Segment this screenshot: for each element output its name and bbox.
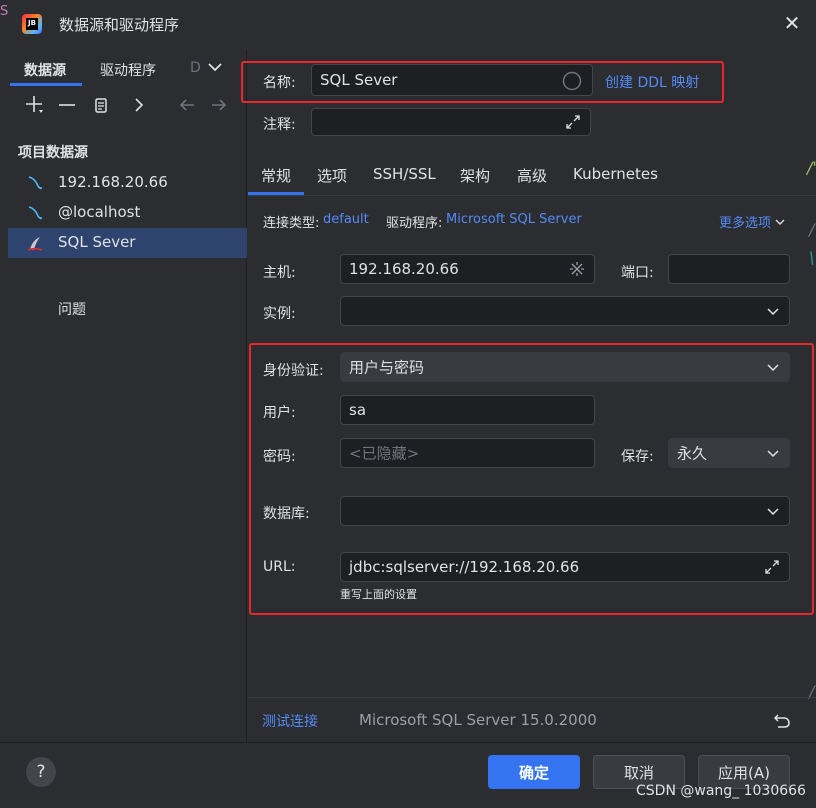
title-bar: S JB 数据源和驱动程序 ✕ [0,0,816,50]
footer-separator [248,697,816,698]
tab-advanced[interactable]: 高级 [517,165,547,186]
ok-button[interactable]: 确定 [488,755,580,789]
database-select[interactable] [340,496,790,526]
instance-select[interactable] [340,296,790,326]
edge-glyph: / [809,220,815,239]
password-field[interactable]: <已隐藏> [340,438,595,468]
app-icon: JB [22,14,42,34]
duplicate-icon[interactable] [90,94,112,116]
chevron-down-icon [767,308,779,316]
name-label: 名称: [263,75,296,91]
forward-arrow-icon[interactable] [208,94,230,116]
user-field[interactable]: sa [340,395,595,425]
host-label: 主机: [263,265,296,281]
tab-options[interactable]: 选项 [317,165,347,186]
chevron-down-icon[interactable] [206,58,224,76]
save-select[interactable]: 永久 [668,438,790,468]
sidebar: 数据源 驱动程序 D 项目数据源 192.168.20.66 @localhos [0,50,247,742]
edge-letter: S [0,4,9,19]
auth-select[interactable]: 用户与密码 [340,352,790,382]
name-value: SQL Sever [320,71,398,89]
name-field[interactable]: SQL Sever [311,64,593,96]
window-title: 数据源和驱动程序 [59,16,180,34]
tab-general[interactable]: 常规 [261,165,291,186]
tab-schemas[interactable]: 架构 [460,165,490,186]
mysql-dolphin-icon [28,176,43,190]
sidebar-toolbar [0,90,247,120]
port-label: 端口: [621,265,654,281]
chevron-right-icon[interactable] [128,94,150,116]
tab-kubernetes[interactable]: Kubernetes [573,165,658,183]
database-label: 数据库: [263,506,310,522]
url-value: jdbc:sqlserver://192.168.20.66 [349,558,580,576]
more-options-label: 更多选项 [719,216,772,231]
tab-ssh-ssl[interactable]: SSH/SSL [373,165,436,183]
active-tab-underline [10,83,82,86]
expand-icon[interactable] [763,558,781,576]
password-label: 密码: [263,449,296,465]
mysql-dolphin-icon [28,206,43,220]
data-source-item-selected[interactable]: SQL Sever [8,228,247,258]
instance-label: 实例: [263,306,296,322]
back-arrow-icon[interactable] [176,94,198,116]
tab-drivers[interactable]: 驱动程序 [100,60,156,80]
data-source-label: 192.168.20.66 [58,173,168,191]
edge-glyph: \ [809,248,815,267]
url-field[interactable]: jdbc:sqlserver://192.168.20.66 [340,552,790,582]
sql-server-icon [27,237,43,251]
help-button[interactable]: ? [26,757,56,787]
active-tab-underline [248,192,304,195]
edge-glyph: / [809,682,815,701]
data-source-item[interactable]: 192.168.20.66 [8,168,247,198]
remove-icon[interactable] [56,94,78,116]
watermark: CSDN @wang_ 1030666 [636,783,806,799]
bottom-bar: ? 确定 取消 应用(A) CSDN @wang_ 1030666 [0,742,816,808]
host-field[interactable]: 192.168.20.66 [340,254,595,284]
driver-link[interactable]: Microsoft SQL Server [446,212,582,227]
password-placeholder: <已隐藏> [349,444,420,463]
host-value: 192.168.20.66 [349,260,459,278]
create-ddl-mapping-link[interactable]: 创建 DDL 映射 [605,72,699,92]
settings-tabs: 常规 选项 SSH/SSL 架构 高级 Kubernetes [248,158,816,196]
sidebar-tabs: 数据源 驱动程序 D [0,50,247,88]
connection-type-link[interactable]: default [323,212,369,227]
more-options-link[interactable]: 更多选项 [719,212,785,231]
chevron-down-icon [775,219,785,225]
port-field[interactable] [668,254,790,284]
user-label: 用户: [263,405,296,421]
data-source-label: @localhost [58,203,141,221]
save-label: 保存: [621,449,654,465]
data-source-label: SQL Sever [58,233,136,251]
tab-data-sources[interactable]: 数据源 [24,60,66,80]
connection-type-label: 连接类型: [263,216,320,231]
section-project-data-sources: 项目数据源 [18,145,88,161]
url-label: URL: [263,559,296,575]
edge-glyph: /' [807,158,816,177]
test-connection-link[interactable]: 测试连接 [262,711,318,731]
revert-icon[interactable] [772,710,792,730]
main-panel: 名称: SQL Sever 创建 DDL 映射 注释: 常规 选项 SSH/SS… [241,50,816,742]
tab-overflow[interactable]: D [190,60,201,76]
add-icon[interactable] [24,94,46,116]
chevron-down-icon [767,508,779,516]
data-source-item[interactable]: @localhost [8,198,247,228]
server-version: Microsoft SQL Server 15.0.2000 [359,711,597,729]
chevron-down-icon [767,364,779,372]
problems-item[interactable]: 问题 [58,299,86,319]
comment-field[interactable] [311,108,591,136]
auth-value: 用户与密码 [349,358,425,377]
save-value: 永久 [677,444,708,463]
chevron-down-icon [767,450,779,458]
close-icon[interactable]: ✕ [781,12,803,34]
comment-label: 注释: [263,117,296,133]
url-hint: 重写上面的设置 [340,588,417,601]
driver-label: 驱动程序: [386,216,443,231]
user-value: sa [349,401,367,419]
expand-icon[interactable] [564,113,582,131]
clear-icon[interactable] [568,260,586,278]
color-circle-icon[interactable] [562,71,582,91]
auth-label: 身份验证: [263,363,324,379]
